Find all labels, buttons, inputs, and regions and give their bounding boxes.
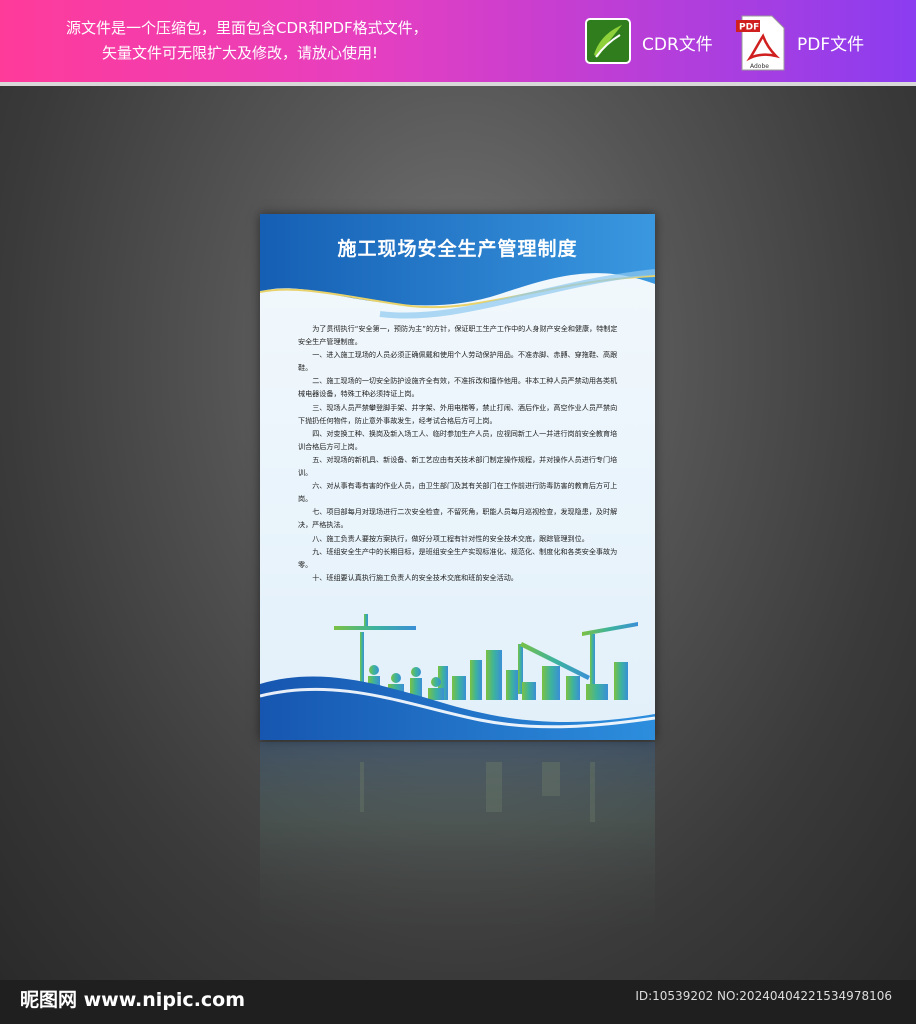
poster-title: 施工现场安全生产管理制度	[337, 238, 578, 260]
banner-line-1: 源文件是一个压缩包，里面包含CDR和PDF格式文件，	[66, 19, 428, 37]
poster-reflection	[260, 742, 655, 942]
pdf-icon: PDF Adobe	[736, 15, 785, 71]
pdf-icon-sub: Adobe	[750, 63, 769, 70]
poster-paragraph: 十、班组要认真执行施工负责人的安全技术交底和班前安全活动。	[312, 572, 518, 582]
poster-body: 为了贯彻执行“安全第一，预防为主”的方针，保证职工生产工作中的人身财产安全和健康…	[298, 322, 620, 584]
banner-line-2: 矢量文件可无限扩大及修改，请放心使用!	[102, 44, 379, 62]
poster-paragraph: 七、项目部每月对现场进行二次安全检查，不留死角，职能人员每月巡视检查，发现隐患，…	[298, 507, 618, 530]
poster-board: 施工现场安全生产管理制度 为了贯彻执行“安全第一，预防为主”的方针，保证职工生产…	[260, 214, 655, 740]
poster-paragraph: 为了贯彻执行“安全第一，预防为主”的方针，保证职工生产工作中的人身财产安全和健康…	[298, 324, 618, 347]
poster-paragraph: 一、进入施工现场的人员必须正确佩戴和使用个人劳动保护用品。不准赤脚、赤膊、穿拖鞋…	[298, 350, 618, 373]
poster-paragraph: 四、对变换工种、换岗及新入场工人、临时参加生产人员，应视同新工人一并进行岗前安全…	[298, 428, 618, 451]
site-logo[interactable]: 昵图网 www.nipic.com	[20, 985, 245, 1012]
poster-paragraph: 三、现场人员严禁攀登脚手架、井字架、外用电梯等，禁止打闹、酒后作业，高空作业人员…	[298, 402, 618, 425]
cdr-label: CDR文件	[642, 35, 713, 55]
poster-paragraph: 六、对从事有毒有害的作业人员，由卫生部门及其有关部门在工作前进行防毒防害的教育后…	[298, 481, 618, 504]
poster-paragraph: 九、班组安全生产中的长期目标，是班组安全生产实现标准化、规范化、制度化和各类安全…	[298, 546, 618, 569]
pdf-label: PDF文件	[797, 35, 865, 55]
pdf-icon-text: PDF	[739, 23, 759, 33]
poster-paragraph: 八、施工负责人要按方案执行，做好分项工程有针对性的安全技术交底，跟踪管理到位。	[312, 533, 589, 543]
cdr-icon	[585, 18, 631, 64]
reflection-shape	[260, 742, 655, 942]
poster-paragraph: 五、对现场的新机具、新设备、新工艺应由有关技术部门制定操作规程，并对操作人员进行…	[298, 454, 618, 478]
image-id-text: ID:10539202 NO:20240404221534978106	[635, 989, 892, 1003]
poster-paragraph: 二、施工现场的一切安全防护设施齐全有效，不准拆改和擅作他用。非本工种人员严禁动用…	[298, 376, 618, 399]
top-banner: 源文件是一个压缩包，里面包含CDR和PDF格式文件， 矢量文件可无限扩大及修改，…	[0, 0, 916, 82]
